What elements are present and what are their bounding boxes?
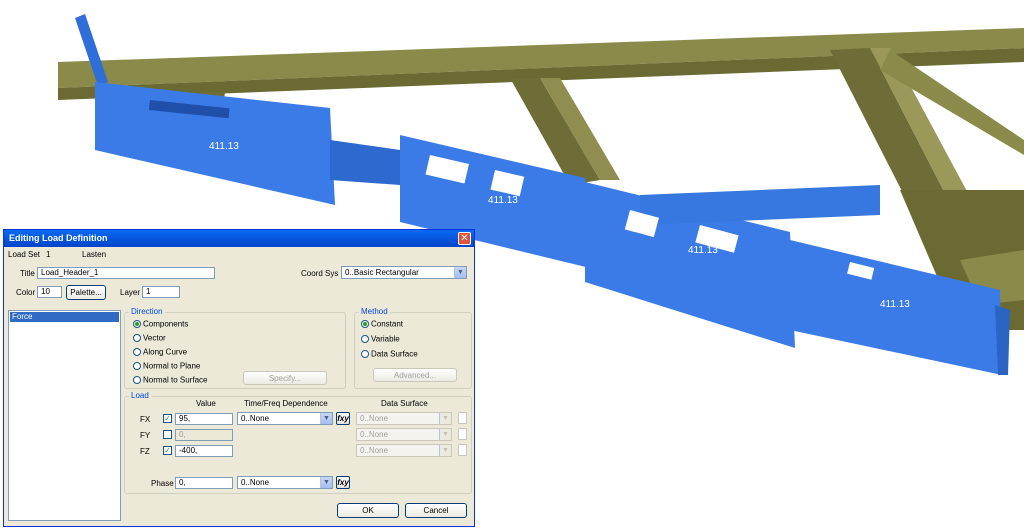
fz-surface-checkbox[interactable]	[458, 444, 467, 456]
advanced-button[interactable]: Advanced...	[373, 368, 457, 382]
chevron-down-icon[interactable]: ▼	[320, 413, 332, 424]
radio-icon	[133, 361, 141, 370]
fz-checkbox[interactable]: ✓	[163, 446, 172, 455]
coord-sys-select[interactable]: 0..Basic Rectangular ▼	[341, 266, 467, 279]
color-input[interactable]: 10	[37, 286, 62, 298]
phase-function-icon[interactable]: fxy	[336, 476, 350, 489]
radio-data-surface[interactable]: Data Surface	[361, 349, 418, 358]
load-group: Load Value Time/Freq Dependence Data Sur…	[124, 391, 472, 494]
fz-label: FZ	[140, 447, 150, 456]
editing-load-definition-dialog: Editing Load Definition ✕ Load Set 1 Las…	[3, 229, 475, 527]
fy-value-input[interactable]: 0,	[175, 429, 233, 441]
chevron-down-icon: ▼	[439, 445, 451, 456]
layer-input[interactable]: 1	[142, 286, 180, 298]
ok-button[interactable]: OK	[337, 503, 399, 518]
radio-icon	[133, 375, 141, 384]
radio-components[interactable]: Components	[133, 319, 188, 328]
fy-label: FY	[140, 431, 151, 440]
layer-label: Layer	[120, 288, 141, 297]
method-group: Method Constant Variable Data Surface Ad…	[354, 307, 472, 389]
fx-checkbox[interactable]: ✓	[163, 414, 172, 423]
fy-surface-select[interactable]: 0..None ▼	[356, 428, 452, 441]
col-time-header: Time/Freq Dependence	[244, 399, 328, 408]
palette-button[interactable]: Palette...	[66, 285, 106, 300]
radio-constant[interactable]: Constant	[361, 319, 403, 328]
fx-surface-checkbox[interactable]	[458, 412, 467, 424]
radio-selected-icon	[133, 319, 141, 328]
radio-icon	[361, 349, 369, 358]
fy-checkbox[interactable]	[163, 430, 172, 439]
dimension-label: 411.13	[688, 245, 718, 256]
radio-selected-icon	[361, 319, 369, 328]
radio-icon	[361, 334, 369, 343]
title-label: Title	[20, 269, 35, 278]
chevron-down-icon[interactable]: ▼	[454, 267, 466, 278]
radio-icon	[133, 333, 141, 342]
specify-button[interactable]: Specify...	[243, 371, 327, 385]
fx-surface-select[interactable]: 0..None ▼	[356, 412, 452, 425]
dimension-label: 411.13	[488, 195, 518, 206]
col-value-header: Value	[196, 399, 216, 408]
dimension-label: 411.13	[880, 299, 910, 310]
direction-group: Direction Components Vector Along Curve …	[124, 307, 346, 389]
chevron-down-icon[interactable]: ▼	[320, 477, 332, 488]
cancel-button[interactable]: Cancel	[405, 503, 467, 518]
radio-vector[interactable]: Vector	[133, 333, 166, 342]
radio-normal-to-plane[interactable]: Normal to Plane	[133, 361, 200, 370]
fx-label: FX	[140, 415, 151, 424]
fy-surface-checkbox[interactable]	[458, 428, 467, 440]
load-title: Load	[129, 391, 151, 400]
method-title: Method	[359, 307, 390, 316]
close-icon[interactable]: ✕	[458, 232, 471, 245]
dialog-title: Editing Load Definition	[9, 233, 108, 243]
phase-value-input[interactable]: 0,	[175, 477, 233, 489]
dimension-label: 411.13	[209, 141, 239, 152]
phase-label: Phase	[151, 479, 174, 488]
fx-function-icon[interactable]: fxy	[336, 412, 350, 425]
load-set-label: Load Set	[8, 250, 41, 259]
fx-time-select[interactable]: 0..None ▼	[237, 412, 333, 425]
list-item[interactable]: Force	[10, 312, 119, 322]
radio-normal-to-surface[interactable]: Normal to Surface	[133, 375, 207, 384]
title-input[interactable]: Load_Header_1	[37, 267, 215, 279]
radio-variable[interactable]: Variable	[361, 334, 400, 343]
direction-title: Direction	[129, 307, 165, 316]
load-set-value: 1	[46, 250, 51, 259]
radio-icon	[133, 347, 141, 356]
fx-value-input[interactable]: 95,	[175, 413, 233, 425]
radio-along-curve[interactable]: Along Curve	[133, 347, 187, 356]
chevron-down-icon: ▼	[439, 429, 451, 440]
coord-sys-label: Coord Sys	[301, 269, 339, 278]
load-type-list[interactable]: Force	[8, 310, 121, 521]
dialog-titlebar[interactable]: Editing Load Definition ✕	[4, 230, 474, 247]
fz-surface-select[interactable]: 0..None ▼	[356, 444, 452, 457]
fz-value-input[interactable]: -400,	[175, 445, 233, 457]
load-set-name: Lasten	[82, 250, 107, 259]
chevron-down-icon: ▼	[439, 413, 451, 424]
col-surface-header: Data Surface	[381, 399, 428, 408]
phase-time-select[interactable]: 0..None ▼	[237, 476, 333, 489]
color-label: Color	[16, 288, 36, 297]
